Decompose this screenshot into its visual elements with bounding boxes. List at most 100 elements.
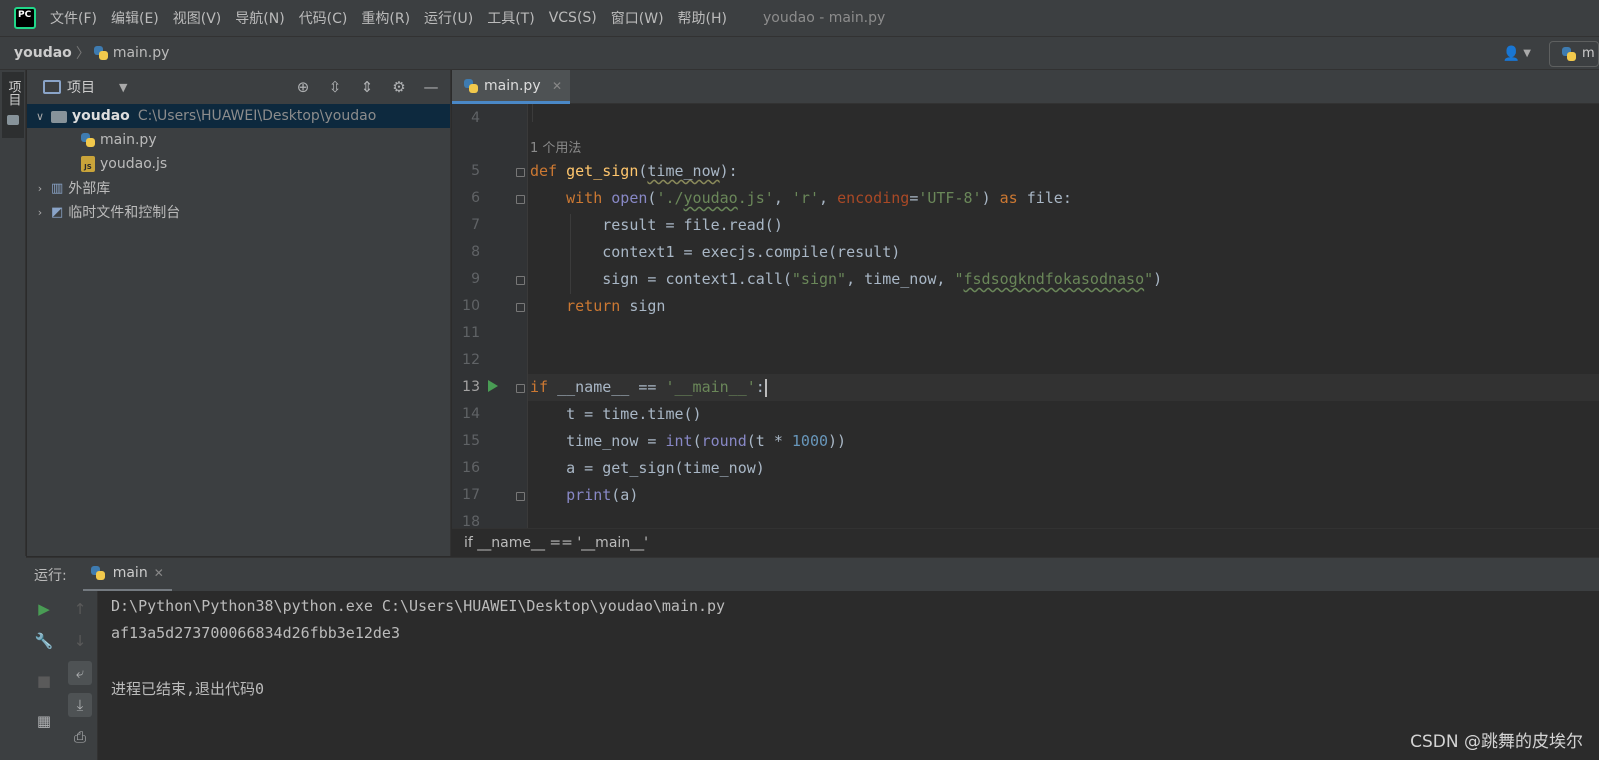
stop-icon[interactable]: ■: [32, 669, 56, 693]
chevron-down-icon[interactable]: ▼: [119, 81, 127, 94]
editor-gutter: 4 5 6 7 8 9 10 11 12 13 14 15 16 17 18: [452, 104, 528, 530]
line-number: 14: [462, 406, 480, 422]
menu-edit[interactable]: 编辑(E): [111, 8, 159, 28]
rerun-icon[interactable]: ▶: [32, 597, 56, 621]
tree-item-youdao-root[interactable]: ∨ youdao C:\Users\HUAWEI\Desktop\youdao: [27, 104, 450, 128]
code-line-15: time_now = int(round(t * 1000)): [530, 432, 847, 450]
fold-marker-icon[interactable]: [516, 492, 525, 501]
line-number: 5: [471, 163, 480, 179]
user-icon: 👤: [1502, 45, 1521, 62]
tree-item-label: 临时文件和控制台: [68, 205, 181, 221]
tree-item-label: youdao: [72, 108, 130, 124]
line-number-current: 13: [462, 379, 480, 395]
breadcrumb-project[interactable]: youdao: [14, 45, 72, 61]
tree-item-main-py[interactable]: main.py: [27, 128, 450, 152]
fold-marker-icon[interactable]: [516, 195, 525, 204]
menu-navigate[interactable]: 导航(N): [235, 8, 284, 28]
menu-vcs[interactable]: VCS(S): [549, 10, 597, 26]
library-icon: ▥: [51, 180, 64, 196]
arrow-up-icon[interactable]: ↑: [68, 597, 92, 621]
line-number: 4: [471, 110, 480, 126]
menu-run[interactable]: 运行(U): [424, 8, 473, 28]
editor-tab-main-py[interactable]: main.py ✕: [452, 70, 570, 104]
run-toolbar-primary: ▶ 🔧 ■ ▦: [26, 591, 62, 760]
code-editor[interactable]: 1 个用法 def get_sign(time_now): with open(…: [528, 104, 1599, 528]
account-button[interactable]: 👤 ▼: [1503, 46, 1531, 62]
tree-item-youdao-js[interactable]: JS youdao.js: [27, 152, 450, 176]
line-number: 12: [462, 352, 480, 368]
scroll-to-end-icon[interactable]: ⤓: [68, 693, 92, 717]
fold-marker-icon[interactable]: [516, 303, 525, 312]
run-gutter-icon[interactable]: [488, 380, 498, 392]
tree-item-external-libraries[interactable]: › ▥ 外部库: [27, 176, 450, 200]
tree-item-scratches[interactable]: › ◩ 临时文件和控制台: [27, 200, 450, 224]
project-panel-header: 项目 ▼ ⊕ ⇳ ⇕ ⚙ —: [27, 70, 450, 104]
python-file-icon: [81, 133, 95, 147]
python-file-icon: [93, 46, 108, 60]
menu-window[interactable]: 窗口(W): [611, 8, 664, 28]
indent-guide: [532, 104, 533, 122]
code-line-10: return sign: [566, 297, 666, 315]
code-line-5: def get_sign(time_now):: [530, 162, 738, 180]
python-icon: [1562, 46, 1576, 61]
run-configuration-selector[interactable]: m: [1549, 40, 1599, 67]
code-line-6: with open('./youdao.js', 'r', encoding='…: [566, 189, 1072, 207]
project-panel-title[interactable]: 项目: [67, 77, 95, 97]
chevron-down-icon[interactable]: ∨: [33, 110, 47, 123]
menu-tools[interactable]: 工具(T): [487, 8, 534, 28]
wrench-icon[interactable]: 🔧: [32, 629, 56, 653]
code-line-17: print(a): [566, 486, 639, 504]
soft-wrap-icon[interactable]: ⤶: [68, 661, 92, 685]
project-tool-tab[interactable]: 项目: [2, 72, 24, 138]
left-tool-stripe: 项目: [0, 70, 26, 556]
navigation-bar: youdao 〉 main.py 👤 ▼ m: [0, 36, 1599, 70]
ide-window: PC 文件(F) 编辑(E) 视图(V) 导航(N) 代码(C) 重构(R) 运…: [0, 0, 1599, 760]
editor-breadcrumb[interactable]: if __name__ == '__main__': [452, 528, 1599, 556]
line-number: 10: [462, 298, 480, 314]
folder-icon: [7, 115, 19, 125]
code-line-9: sign = context1.call("sign", time_now, "…: [530, 270, 1163, 288]
tree-item-label: 外部库: [68, 181, 111, 197]
arrow-down-icon[interactable]: ↓: [68, 629, 92, 653]
javascript-file-icon: JS: [81, 156, 95, 172]
menu-refactor[interactable]: 重构(R): [361, 8, 410, 28]
fold-marker-icon[interactable]: [516, 168, 525, 177]
close-icon[interactable]: ✕: [552, 79, 562, 93]
minimize-icon[interactable]: —: [420, 76, 442, 98]
run-console[interactable]: D:\Python\Python38\python.exe C:\Users\H…: [98, 591, 1599, 760]
editor-tab-bar: main.py ✕: [452, 70, 1599, 104]
menu-file[interactable]: 文件(F): [50, 8, 97, 28]
print-icon[interactable]: ⎙: [68, 725, 92, 749]
editor-breadcrumb-label: if __name__ == '__main__': [464, 534, 649, 551]
text-caret: [764, 378, 767, 397]
chevron-right-icon[interactable]: ›: [33, 206, 47, 219]
breadcrumb-file[interactable]: main.py: [113, 45, 170, 61]
code-line-8: context1 = execjs.compile(result): [530, 243, 901, 261]
menu-code[interactable]: 代码(C): [299, 8, 348, 28]
line-number: 11: [462, 325, 480, 341]
layout-icon[interactable]: ▦: [32, 709, 56, 733]
chevron-right-icon[interactable]: ›: [33, 182, 47, 195]
fold-marker-icon[interactable]: [516, 384, 525, 393]
usage-hint[interactable]: 1 个用法: [530, 137, 581, 156]
collapse-all-icon[interactable]: ⇕: [356, 76, 378, 98]
line-number: 15: [462, 433, 480, 449]
close-icon[interactable]: ✕: [154, 566, 164, 580]
locate-file-icon[interactable]: ⊕: [292, 76, 314, 98]
run-toolbar-secondary: ↑ ↓ ⤶ ⤓ ⎙: [62, 591, 98, 760]
chevron-down-icon: ▼: [1523, 48, 1531, 59]
menu-help[interactable]: 帮助(H): [678, 8, 727, 28]
expand-all-icon[interactable]: ⇳: [324, 76, 346, 98]
run-tab-main[interactable]: main ✕: [82, 558, 172, 592]
scratches-icon: ◩: [51, 204, 64, 220]
python-file-icon: [464, 78, 478, 93]
fold-marker-icon[interactable]: [516, 276, 525, 285]
menu-view[interactable]: 视图(V): [173, 8, 222, 28]
gear-icon[interactable]: ⚙: [388, 76, 410, 98]
line-number: 9: [471, 271, 480, 287]
console-line: 进程已结束,退出代码0: [111, 680, 265, 698]
run-config-label: m: [1582, 46, 1595, 61]
menu-bar: PC 文件(F) 编辑(E) 视图(V) 导航(N) 代码(C) 重构(R) 运…: [0, 0, 1599, 36]
code-line-7: result = file.read(): [530, 216, 783, 234]
code-line-16: a = get_sign(time_now): [530, 459, 765, 477]
